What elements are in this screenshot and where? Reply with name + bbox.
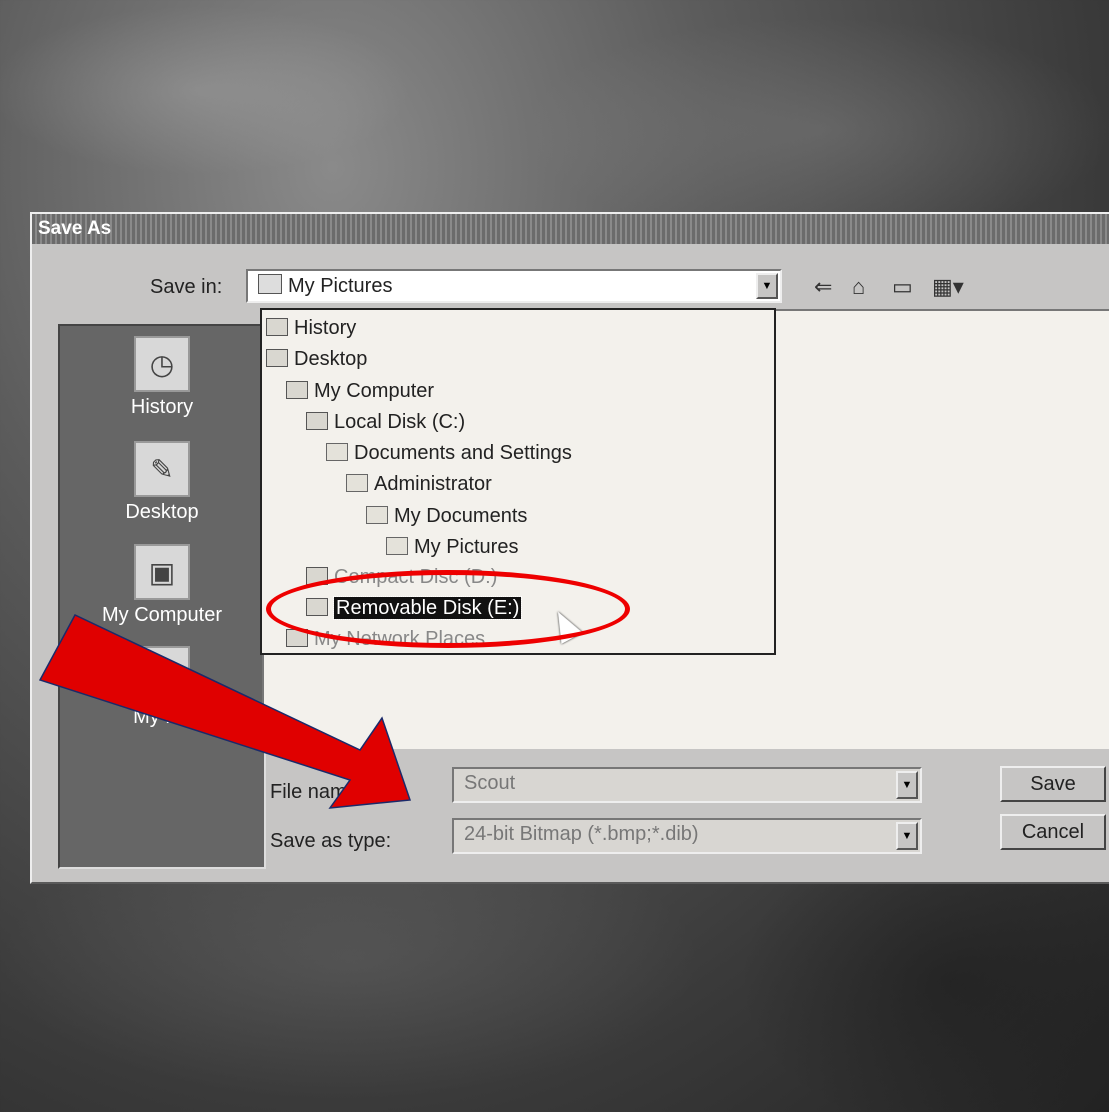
red-arrow-annotation [38,614,412,809]
red-arrow-shape [38,614,412,809]
